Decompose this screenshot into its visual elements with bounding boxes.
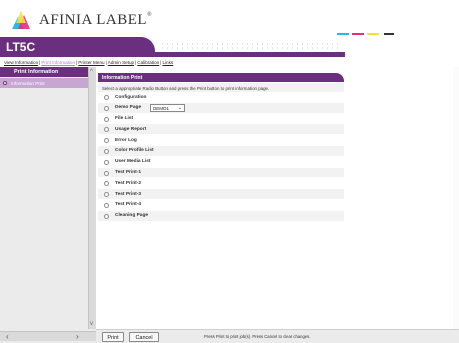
footer-note: Press Print to print job(s). Press Cance… [204,334,311,339]
model-banner: LT5C [0,37,155,57]
left-arrow-icon[interactable]: ‹ [6,332,9,341]
nav-printer-menu[interactable]: Printer Menu [78,60,104,65]
cyan-ink-strip [337,33,349,35]
action-bar: Print Cancel Press Print to print job(s)… [96,329,459,343]
option-label: Demo Page [115,105,142,111]
option-label: Usage Report [115,126,147,132]
option-label: Test Print-4 [115,202,142,208]
sidebar-item-label: Information Print [11,80,45,86]
nav-calibration[interactable]: Calibration [137,60,159,65]
option-cleaning-page[interactable]: Cleaning Page [98,210,344,222]
radio-test-print-4[interactable] [104,202,109,208]
option-test-print-4[interactable]: Test Print-4 [98,199,344,211]
brand-name: AFINIA LABEL® [39,11,153,28]
panel-instruction: Select a appropriate Radio Button and pr… [98,83,344,92]
up-arrow-icon[interactable]: ^ [90,69,93,75]
chevron-down-icon: ⌄ [177,105,182,112]
radio-color-profile-list[interactable] [104,148,109,154]
header-dot-pattern [160,42,340,50]
radio-test-print-1[interactable] [104,170,109,176]
radio-configuration[interactable] [104,95,109,100]
option-demo-page[interactable]: Demo Page DEMO1 ⌄ [98,102,344,114]
option-error-log[interactable]: Error Log [98,135,344,146]
option-label: Cleaning Page [115,213,149,219]
option-test-print-2[interactable]: Test Print-2 [98,178,344,190]
demo-page-select[interactable]: DEMO1 ⌄ [150,104,185,113]
bullet-icon [3,81,7,85]
yellow-ink-strip [367,33,379,35]
option-label: Test Print-3 [115,191,142,197]
main-vertical-scrollbar[interactable] [453,67,459,329]
option-label: Test Print-2 [115,180,142,186]
sidebar-item-information-print[interactable]: Information Print [0,78,88,88]
option-color-profile-list[interactable]: Color Profile List [98,145,344,157]
nav-admin-setup[interactable]: Admin Setup [108,60,134,65]
black-ink-strip [384,33,394,35]
radio-test-print-3[interactable] [104,192,109,198]
option-user-media-list[interactable]: User Media List [98,156,344,168]
radio-demo-page[interactable] [104,105,109,111]
option-label: Configuration [115,94,147,100]
radio-cleaning-page[interactable] [104,213,109,219]
model-title: LT5C [6,40,36,54]
cancel-button[interactable]: Cancel [129,332,159,342]
sidebar-heading: Print Information [0,67,88,77]
nav-view-information[interactable]: View Information [4,60,38,65]
radio-error-log[interactable] [104,138,109,144]
option-label: File List [115,116,134,122]
panel-heading: Information Print [98,73,344,82]
radio-usage-report[interactable] [104,127,109,133]
radio-user-media-list[interactable] [104,159,109,165]
afinia-logo: AFINIA LABEL® [8,6,152,34]
nav-print-information[interactable]: Print Information [41,60,75,65]
print-options-list: Configuration Demo Page DEMO1 ⌄ File Lis… [98,92,344,222]
sidebar-horizontal-scrollbar[interactable]: ‹ › [0,331,96,341]
option-label: User Media List [115,159,151,165]
sidebar-vertical-scrollbar[interactable]: ^ v [88,67,96,329]
print-button[interactable]: Print [102,332,124,342]
option-test-print-1[interactable]: Test Print-1 [98,167,344,179]
magenta-ink-strip [352,33,364,35]
option-label: Error Log [115,137,137,143]
main-panel: Information Print Select a appropriate R… [96,67,459,329]
sidebar: Print Information Information Print ^ v … [0,67,96,343]
option-configuration[interactable]: Configuration [98,92,344,103]
nav-links[interactable]: Links [162,60,173,65]
option-usage-report[interactable]: Usage Report [98,124,344,136]
demo-page-select-value: DEMO1 [153,106,170,112]
afinia-logo-mark-icon [8,9,34,31]
radio-test-print-2[interactable] [104,181,109,187]
radio-file-list[interactable] [104,116,109,122]
header-rule [155,52,345,57]
option-label: Color Profile List [115,148,154,154]
option-file-list[interactable]: File List [98,113,344,125]
right-arrow-icon[interactable]: › [76,332,79,341]
down-arrow-icon[interactable]: v [90,321,93,327]
top-nav: View Information|Print Information|Print… [4,60,174,65]
option-label: Test Print-1 [115,170,142,176]
option-test-print-3[interactable]: Test Print-3 [98,189,344,200]
